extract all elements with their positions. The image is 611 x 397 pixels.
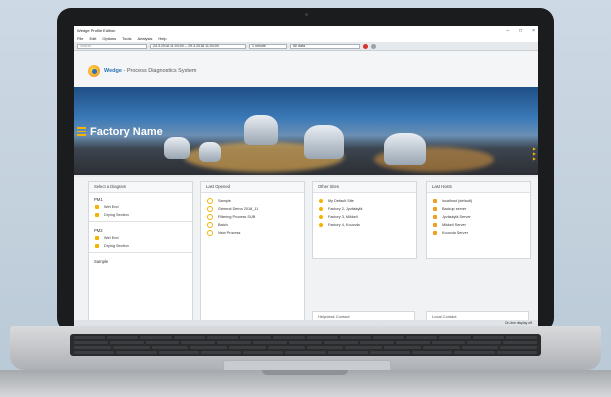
diagram-item-drying[interactable]: Drying Section [89,211,192,219]
hamburger-menu-icon[interactable] [77,127,86,138]
brand-name: Wedge [104,68,122,74]
diagram-item-wet-end[interactable]: Wet End [89,203,192,211]
chart-icon [95,236,99,240]
location-pin-icon [319,207,323,211]
search-input[interactable]: Search [77,43,147,49]
location-pin-icon [319,215,323,219]
interval-select[interactable]: 1 minute [249,43,287,49]
clock-icon [207,230,213,236]
menu-file[interactable]: File [77,36,83,41]
stop-icon[interactable] [363,43,368,49]
storage-tank-image [164,137,190,159]
card-title: Last Hosts [427,182,530,193]
chart-icon [95,205,99,209]
divider [89,221,192,222]
card-title: Select a Diagram [89,182,192,193]
location-pin-icon [319,199,323,203]
toolbar: Search 24.3.2018 11:03:00 -- 29.3.2018 1… [74,42,538,51]
diagram-item-drying[interactable]: Drying Section [89,242,192,250]
chart-icon [95,213,99,217]
clear-icon[interactable] [371,43,376,49]
storage-tank-image [244,115,278,145]
app-window: Wedge Profile Edition – □ × File Edit Op… [74,26,538,326]
host-item[interactable]: localhost (default) [427,197,530,205]
date-range-field[interactable]: 24.3.2018 11:03:00 -- 29.3.2018 11:03:00 [150,43,246,49]
other-sites-card: Other Sites My Default Site Factory 2, J… [312,181,417,259]
card-title: Other Sites [313,182,416,193]
diagram-group-pm2: PM2 [94,228,103,233]
carousel-next-icon[interactable]: ▶ ▶ ▶ [533,146,536,161]
server-icon [433,215,437,219]
logo-dot [92,69,97,74]
brand-title: Wedge - Process Diagnostics System [104,68,197,74]
server-icon [433,231,437,235]
diagram-item-wet-end[interactable]: Wet End [89,234,192,242]
window-controls: – □ × [506,28,535,34]
chart-icon [95,244,99,248]
select-diagram-card: Select a Diagram PM1 Wet End Drying Sect… [88,181,193,326]
site-item[interactable]: Factory 3, Mikkeli [313,213,416,221]
menu-help[interactable]: Help [158,36,166,41]
host-item[interactable]: Jyväskylä Server [427,213,530,221]
maximize-button[interactable]: □ [519,28,522,34]
factory-name: Factory Name [90,126,163,138]
menu-analysis[interactable]: Analysis [138,36,153,41]
menu-options[interactable]: Options [102,36,116,41]
page-header: Wedge - Process Diagnostics System [74,51,538,88]
clock-icon [207,214,213,220]
online-display-status: On-line display off [504,321,532,325]
camera-dot [305,13,308,16]
host-item[interactable]: Mikkeli Server [427,221,530,229]
filter-select[interactable]: All data [290,43,360,49]
title-bar: Wedge Profile Edition – □ × [74,26,538,35]
menu-tools[interactable]: Tools [122,36,131,41]
site-item[interactable]: Factory 2, Jyväskylä [313,205,416,213]
site-item[interactable]: Factory 4, Kouvola [313,221,416,229]
clock-icon [207,222,213,228]
storage-tank-image [384,133,426,165]
clock-icon [207,206,213,212]
storage-tank-image [304,125,344,159]
brand-subtitle: - Process Diagnostics System [123,68,197,74]
laptop-notch [262,370,348,375]
recent-item[interactable]: New Process [201,229,304,237]
minimize-button[interactable]: – [506,28,509,34]
host-item[interactable]: Backup server [427,205,530,213]
recent-item[interactable]: Batch [201,221,304,229]
location-pin-icon [319,223,323,227]
server-icon [433,207,437,211]
site-item[interactable]: My Default Site [313,197,416,205]
menu-bar: File Edit Options Tools Analysis Help [74,35,538,42]
dashboard-cards: Select a Diagram PM1 Wet End Drying Sect… [74,177,538,326]
keyboard [70,334,541,356]
close-button[interactable]: × [532,28,535,34]
clock-icon [207,198,213,204]
diagram-group-pm1: PM1 [94,197,103,202]
window-title: Wedge Profile Edition [77,28,116,33]
diagram-group-sample: Sample [94,259,109,264]
divider [89,252,192,253]
server-icon [433,199,437,203]
last-opened-card: Last Opened Sample General Demo 2018_11 … [200,181,305,326]
card-title: Last Opened [201,182,304,193]
server-icon [433,223,437,227]
recent-item[interactable]: Sample [201,197,304,205]
storage-tank-image [199,142,221,162]
last-hosts-card: Last Hosts localhost (default) Backup se… [426,181,531,259]
host-item[interactable]: Kouvola Server [427,229,530,237]
recent-item[interactable]: Filtering Process SUB [201,213,304,221]
menu-edit[interactable]: Edit [89,36,96,41]
recent-item[interactable]: General Demo 2018_11 [201,205,304,213]
